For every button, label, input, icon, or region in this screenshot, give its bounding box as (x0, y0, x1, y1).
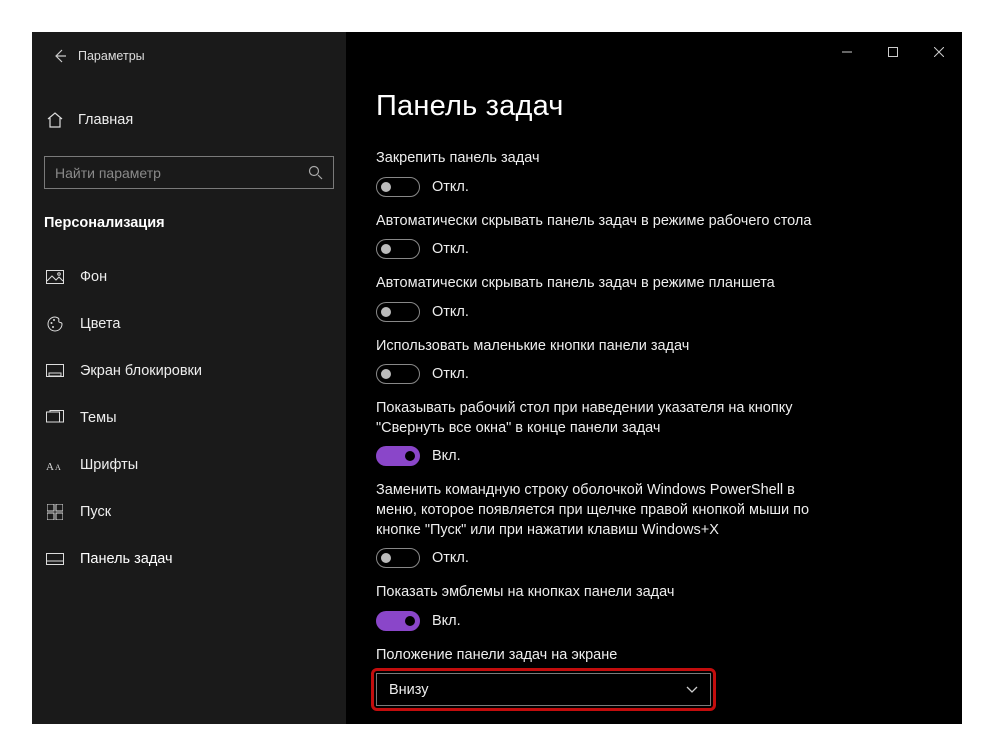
setting-label: Закрепить панель задач (376, 149, 826, 169)
svg-text:A: A (55, 463, 61, 472)
svg-text:A: A (46, 461, 54, 473)
setting-autohide-tablet: Автоматически скрывать панель задач в ре… (376, 274, 826, 322)
search-icon (308, 165, 323, 180)
page-title: Панель задач (376, 90, 932, 123)
toggle-autohide-desktop[interactable] (376, 239, 420, 259)
toggle-state: Откл. (432, 241, 469, 257)
toggle-state: Вкл. (432, 613, 461, 629)
sidebar-item-colors[interactable]: Цвета (32, 300, 346, 347)
maximize-button[interactable] (870, 32, 916, 72)
back-arrow-icon (52, 48, 68, 64)
toggle-peek-desktop[interactable] (376, 446, 420, 466)
app-title: Параметры (78, 49, 145, 63)
close-icon (934, 47, 944, 57)
fonts-icon: AA (44, 457, 66, 473)
sidebar-item-label: Темы (80, 410, 117, 426)
sidebar-item-taskbar[interactable]: Панель задач (32, 535, 346, 582)
home-label: Главная (78, 112, 133, 128)
toggle-powershell[interactable] (376, 548, 420, 568)
toggle-lock-taskbar[interactable] (376, 177, 420, 197)
palette-icon (44, 315, 66, 333)
toggle-state: Откл. (432, 550, 469, 566)
setting-label: Автоматически скрывать панель задач в ре… (376, 212, 826, 232)
setting-label: Заменить командную строку оболочкой Wind… (376, 481, 826, 540)
lockscreen-icon (44, 364, 66, 378)
search-row: Найти параметр (44, 156, 334, 189)
setting-label: Использовать маленькие кнопки панели зад… (376, 337, 826, 357)
home-icon (44, 111, 66, 129)
setting-label: Показать эмблемы на кнопках панели задач (376, 583, 826, 603)
sidebar-section-label: Персонализация (44, 215, 346, 231)
search-input[interactable]: Найти параметр (44, 156, 334, 189)
setting-label: Положение панели задач на экране (376, 646, 826, 666)
sidebar-item-lockscreen[interactable]: Экран блокировки (32, 347, 346, 394)
close-button[interactable] (916, 32, 962, 72)
chevron-down-icon (686, 686, 698, 694)
maximize-icon (888, 47, 898, 57)
sidebar-item-fonts[interactable]: AA Шрифты (32, 441, 346, 488)
toggle-small-buttons[interactable] (376, 364, 420, 384)
setting-taskbar-position: Положение панели задач на экране Внизу (376, 646, 826, 707)
setting-label: Показывать рабочий стол при наведении ук… (376, 399, 826, 438)
toggle-autohide-tablet[interactable] (376, 302, 420, 322)
minimize-button[interactable] (824, 32, 870, 72)
sidebar-item-background[interactable]: Фон (32, 253, 346, 300)
taskbar-position-dropdown[interactable]: Внизу (376, 673, 711, 706)
sidebar-item-start[interactable]: Пуск (32, 488, 346, 535)
sidebar-item-label: Панель задач (80, 551, 173, 567)
setting-small-buttons: Использовать маленькие кнопки панели зад… (376, 337, 826, 385)
sidebar-header: Параметры (32, 32, 346, 80)
sidebar-item-label: Шрифты (80, 457, 138, 473)
setting-badges: Показать эмблемы на кнопках панели задач… (376, 583, 826, 631)
settings-window: Параметры Главная Найти параметр Персона… (32, 32, 962, 724)
search-placeholder: Найти параметр (55, 165, 161, 181)
picture-icon (44, 270, 66, 284)
setting-autohide-desktop: Автоматически скрывать панель задач в ре… (376, 212, 826, 260)
start-icon (44, 504, 66, 520)
titlebar-controls (824, 32, 962, 72)
sidebar-nav-list: Фон Цвета Экран блокировки Темы (32, 253, 346, 582)
toggle-state: Откл. (432, 304, 469, 320)
sidebar-item-label: Пуск (80, 504, 111, 520)
setting-peek-desktop: Показывать рабочий стол при наведении ук… (376, 399, 826, 466)
minimize-icon (842, 47, 852, 57)
themes-icon (44, 410, 66, 426)
content-pane: Панель задач Закрепить панель задач Откл… (346, 32, 962, 724)
toggle-state: Откл. (432, 179, 469, 195)
toggle-state: Откл. (432, 366, 469, 382)
sidebar: Параметры Главная Найти параметр Персона… (32, 32, 346, 724)
toggle-badges[interactable] (376, 611, 420, 631)
setting-powershell: Заменить командную строку оболочкой Wind… (376, 481, 826, 568)
toggle-state: Вкл. (432, 448, 461, 464)
sidebar-item-themes[interactable]: Темы (32, 394, 346, 441)
setting-lock-taskbar: Закрепить панель задач Откл. (376, 149, 826, 197)
dropdown-value: Внизу (389, 682, 429, 698)
sidebar-item-label: Экран блокировки (80, 363, 202, 379)
sidebar-item-label: Фон (80, 269, 107, 285)
back-button[interactable] (42, 38, 78, 74)
sidebar-home[interactable]: Главная (32, 98, 346, 142)
taskbar-icon (44, 553, 66, 565)
setting-label: Автоматически скрывать панель задач в ре… (376, 274, 826, 294)
sidebar-item-label: Цвета (80, 316, 120, 332)
